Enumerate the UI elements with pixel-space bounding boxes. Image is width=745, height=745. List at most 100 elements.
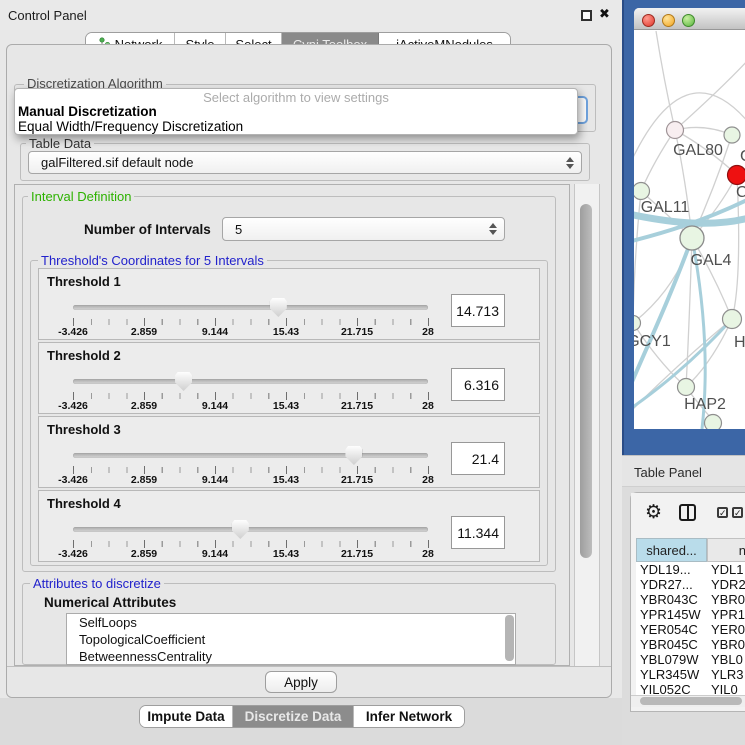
threshold-slider[interactable] bbox=[73, 446, 428, 466]
network-node-selected[interactable] bbox=[728, 166, 745, 185]
attributes-group-title: Attributes to discretize bbox=[30, 576, 164, 591]
slider-track[interactable] bbox=[73, 527, 428, 532]
tick-label: 15.43 bbox=[273, 548, 299, 560]
cyni-mode-tabs: Impute Data Discretize Data Infer Networ… bbox=[139, 705, 465, 728]
tick-label: 21.715 bbox=[341, 548, 373, 560]
gear-icon[interactable]: ⚙ bbox=[645, 501, 662, 524]
slider-ticks bbox=[73, 393, 429, 399]
network-node[interactable] bbox=[680, 226, 704, 250]
tick-label: 15.43 bbox=[273, 400, 299, 412]
network-node[interactable] bbox=[723, 310, 742, 329]
tick-label: 9.144 bbox=[202, 326, 228, 338]
node-label: H bbox=[734, 334, 745, 351]
checkbox-icon[interactable]: ✓ bbox=[717, 507, 728, 518]
network-node[interactable] bbox=[705, 415, 722, 430]
network-window: GAL80 GA C GAL11 GAL4 GCY1 H HAP2 bbox=[634, 8, 745, 429]
network-node[interactable] bbox=[667, 122, 684, 139]
node-label: C bbox=[736, 184, 745, 201]
table-row[interactable]: YIL052CYIL0 bbox=[636, 682, 745, 695]
slider-track[interactable] bbox=[73, 379, 428, 384]
number-of-intervals-combobox[interactable]: 5 bbox=[222, 217, 505, 241]
thresholds-group-title: Threshold's Coordinates for 5 Intervals bbox=[38, 253, 267, 268]
network-node[interactable] bbox=[724, 127, 740, 143]
table-row[interactable]: YER054CYER0 bbox=[636, 622, 745, 637]
network-node[interactable] bbox=[634, 183, 650, 200]
node-label: GA bbox=[740, 148, 745, 165]
node-label: GCY1 bbox=[634, 333, 671, 350]
numerical-attributes-list[interactable]: SelfLoops TopologicalCoefficient Between… bbox=[66, 613, 516, 665]
threshold-row: Threshold 2 -3.426 2.859 9.144 15.43 21.… bbox=[38, 342, 540, 414]
list-item[interactable]: TopologicalCoefficient bbox=[67, 631, 515, 648]
threshold-slider[interactable] bbox=[73, 520, 428, 540]
menu-item-manual-discretization[interactable]: Manual Discretization bbox=[18, 104, 157, 119]
split-columns-icon[interactable] bbox=[679, 504, 696, 521]
network-window-titlebar[interactable] bbox=[634, 8, 745, 30]
threshold-label: Threshold 2 bbox=[47, 348, 121, 363]
table-data-combobox[interactable]: galFiltered.sif default node bbox=[28, 151, 582, 174]
panel-scrollbar-thumb[interactable] bbox=[580, 204, 592, 558]
threshold-slider[interactable] bbox=[73, 372, 428, 392]
tick-label: 15.43 bbox=[273, 326, 299, 338]
list-item[interactable]: BetweennessCentrality bbox=[67, 648, 515, 665]
table-row[interactable]: YDR27...YDR2 bbox=[636, 577, 745, 592]
thresholds-list: Threshold 1 -3.426 2.859 9.144 15.43 21.… bbox=[38, 268, 540, 564]
slider-thumb[interactable] bbox=[270, 298, 287, 317]
close-traffic-light[interactable] bbox=[642, 14, 655, 27]
threshold-label: Threshold 3 bbox=[47, 422, 121, 437]
table-rows: YDL19...YDL1 YDR27...YDR2 YBR043CYBR0 YP… bbox=[636, 562, 745, 695]
node-label: HAP2 bbox=[684, 396, 726, 413]
close-icon[interactable]: ✖ bbox=[599, 6, 610, 22]
menu-item-equal-width-frequency[interactable]: Equal Width/Frequency Discretization bbox=[18, 119, 243, 134]
threshold-value-field[interactable]: 21.4 bbox=[451, 442, 505, 475]
tab-impute-data[interactable]: Impute Data bbox=[140, 706, 233, 727]
tick-label: 9.144 bbox=[202, 548, 228, 560]
app-root: Control Panel ✖ Network Style Select Cyn… bbox=[0, 0, 745, 745]
threshold-row: Threshold 1 -3.426 2.859 9.144 15.43 21.… bbox=[38, 268, 540, 340]
stepper-icon bbox=[566, 157, 574, 169]
threshold-value-field[interactable]: 11.344 bbox=[451, 516, 505, 549]
panel-title: Control Panel bbox=[8, 8, 87, 23]
list-scrollbar-thumb[interactable] bbox=[505, 615, 514, 661]
slider-thumb[interactable] bbox=[345, 446, 362, 465]
node-label: GAL11 bbox=[641, 199, 690, 216]
threshold-slider[interactable] bbox=[73, 298, 428, 318]
tick-label: -3.426 bbox=[58, 474, 88, 486]
threshold-label: Threshold 1 bbox=[47, 274, 121, 289]
apply-button[interactable]: Apply bbox=[265, 671, 337, 693]
slider-track[interactable] bbox=[73, 453, 428, 458]
number-of-intervals-value: 5 bbox=[235, 222, 242, 237]
table-row[interactable]: YBR043CYBR0 bbox=[636, 592, 745, 607]
node-label: GAL4 bbox=[691, 252, 732, 269]
minimize-traffic-light[interactable] bbox=[662, 14, 675, 27]
column-header-shared[interactable]: shared... bbox=[636, 538, 707, 562]
table-hscrollbar-thumb[interactable] bbox=[640, 697, 742, 705]
zoom-traffic-light[interactable] bbox=[682, 14, 695, 27]
table-data-combobox-value: galFiltered.sif default node bbox=[41, 155, 193, 170]
algorithm-dropdown-popup: Select algorithm to view settings Manual… bbox=[14, 88, 578, 135]
checkbox-icon[interactable]: ✓ bbox=[732, 507, 743, 518]
table-panel-header: Table Panel bbox=[622, 455, 745, 487]
float-window-icon[interactable] bbox=[581, 10, 592, 21]
node-label: GAL80 bbox=[673, 142, 723, 159]
slider-thumb[interactable] bbox=[232, 520, 249, 539]
table-panel-title: Table Panel bbox=[634, 465, 702, 480]
slider-thumb[interactable] bbox=[175, 372, 192, 391]
threshold-value-field[interactable]: 6.316 bbox=[451, 368, 505, 401]
slider-track[interactable] bbox=[73, 305, 428, 310]
table-row[interactable]: YLR345WYLR3 bbox=[636, 667, 745, 682]
table-row[interactable]: YBR045CYBR0 bbox=[636, 637, 745, 652]
network-node[interactable] bbox=[678, 379, 695, 396]
network-canvas[interactable]: GAL80 GA C GAL11 GAL4 GCY1 H HAP2 bbox=[634, 31, 745, 429]
tick-label: 28 bbox=[422, 400, 434, 412]
table-row[interactable]: YBL079WYBL0 bbox=[636, 652, 745, 667]
list-item[interactable]: SelfLoops bbox=[67, 614, 515, 631]
tick-label: 28 bbox=[422, 548, 434, 560]
network-graph: GAL80 GA C GAL11 GAL4 GCY1 H HAP2 bbox=[634, 31, 745, 429]
tick-label: 9.144 bbox=[202, 474, 228, 486]
threshold-value-field[interactable]: 14.713 bbox=[451, 294, 505, 327]
table-row[interactable]: YDL19...YDL1 bbox=[636, 562, 745, 577]
column-header-name[interactable]: name bbox=[707, 538, 745, 562]
table-row[interactable]: YPR145WYPR1 bbox=[636, 607, 745, 622]
tab-discretize-data[interactable]: Discretize Data bbox=[233, 706, 354, 727]
tab-infer-network[interactable]: Infer Network bbox=[354, 706, 464, 727]
